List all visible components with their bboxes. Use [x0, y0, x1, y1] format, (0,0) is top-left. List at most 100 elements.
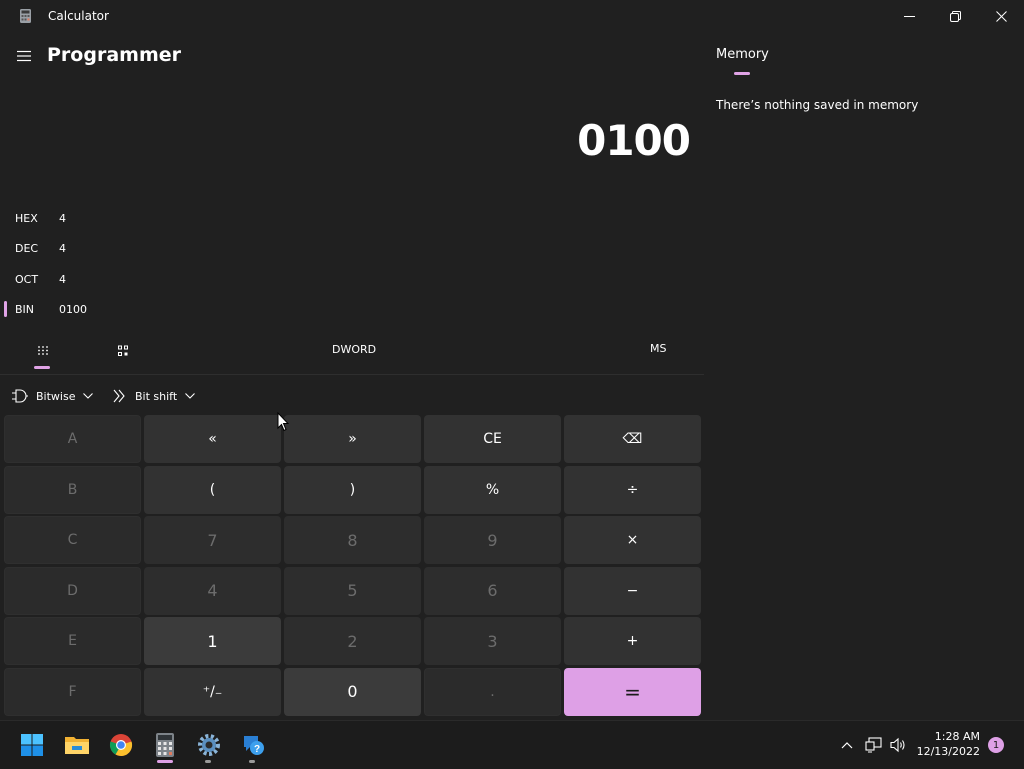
keypad: A « » CE ⌫ B ( ) % ÷ C 7 8 9 × D 4 5 6 −… [4, 415, 701, 716]
key-4[interactable]: 4 [144, 566, 281, 615]
mode-title: Programmer [47, 44, 181, 66]
radix-label: DEC [15, 242, 39, 255]
bit-toggle-keypad-icon [118, 345, 128, 356]
key-clear-entry[interactable]: CE [424, 415, 561, 463]
windows-start-icon [21, 734, 43, 756]
speaker-icon [890, 737, 905, 753]
key-d[interactable]: D [4, 566, 141, 615]
notification-badge[interactable]: 1 [988, 737, 1004, 753]
radix-hex[interactable]: HEX 4 [0, 206, 200, 232]
minimize-button[interactable] [886, 0, 932, 32]
key-divide[interactable]: ÷ [564, 465, 701, 514]
word-size-button[interactable]: DWORD [332, 343, 376, 356]
start-button[interactable] [18, 731, 46, 759]
key-6[interactable]: 6 [424, 566, 561, 615]
chevron-up-icon [841, 742, 853, 749]
radix-label: BIN [15, 303, 35, 316]
title-bar: Calculator [0, 0, 1024, 32]
keypad-toolbar: DWORD MS [0, 334, 704, 375]
memory-empty-message: There’s nothing saved in memory [716, 98, 919, 112]
running-app-indicator [205, 760, 211, 763]
active-tab-indicator [734, 72, 750, 75]
settings-icon [198, 734, 220, 756]
key-open-paren[interactable]: ( [144, 465, 281, 514]
result-display: 0100 [577, 116, 691, 165]
running-app-indicator [249, 760, 255, 763]
key-decimal[interactable]: . [424, 667, 561, 716]
key-b[interactable]: B [4, 465, 141, 514]
key-backspace[interactable]: ⌫ [564, 415, 701, 463]
tab-memory[interactable]: Memory [716, 47, 769, 62]
clock-date: 12/13/2022 [916, 745, 980, 758]
minimize-icon [903, 15, 915, 17]
show-hidden-icons-button[interactable] [837, 735, 857, 755]
taskbar-get-help[interactable]: ? [239, 731, 267, 759]
network-status[interactable] [864, 735, 884, 755]
radix-bin[interactable]: BIN 0100 [0, 297, 200, 323]
mouse-cursor-icon [277, 412, 289, 432]
network-icon [865, 737, 882, 753]
key-c[interactable]: C [4, 516, 141, 565]
key-a[interactable]: A [4, 415, 141, 463]
chevron-down-icon [185, 393, 196, 399]
key-add[interactable]: + [564, 617, 701, 666]
svg-text:?: ? [254, 744, 260, 755]
key-5[interactable]: 5 [284, 566, 421, 615]
radix-label: OCT [15, 273, 39, 286]
key-subtract[interactable]: − [564, 566, 701, 615]
full-keypad-icon [38, 346, 48, 355]
bitwise-label: Bitwise [36, 389, 76, 403]
close-button[interactable] [978, 0, 1024, 32]
radix-oct[interactable]: OCT 4 [0, 267, 200, 293]
taskbar: ? 1:28 AM 12/13/2022 1 [0, 720, 1024, 769]
radix-value: 4 [59, 273, 66, 286]
taskbar-settings[interactable] [195, 731, 223, 759]
key-rotate-left[interactable]: « [144, 415, 281, 463]
memory-store-button[interactable]: MS [650, 342, 666, 355]
key-negate[interactable]: ⁺/₋ [144, 667, 281, 716]
get-help-icon: ? [244, 736, 264, 755]
key-multiply[interactable]: × [564, 516, 701, 565]
radix-dec[interactable]: DEC 4 [0, 236, 200, 262]
active-app-indicator [157, 760, 173, 763]
bitshift-label: Bit shift [135, 389, 178, 403]
close-icon [995, 10, 1007, 22]
radix-value: 0100 [59, 303, 87, 316]
clock-time: 1:28 AM [934, 730, 980, 743]
key-1[interactable]: 1 [144, 617, 281, 666]
restore-icon [949, 10, 961, 22]
key-7[interactable]: 7 [144, 516, 281, 565]
key-2[interactable]: 2 [284, 617, 421, 666]
bit-shift-icon [113, 389, 125, 403]
key-3[interactable]: 3 [424, 617, 561, 666]
clock[interactable]: 1:28 AM 12/13/2022 [910, 729, 980, 759]
radix-label: HEX [15, 212, 38, 225]
tab-full-keypad[interactable] [30, 340, 56, 362]
taskbar-chrome[interactable] [107, 731, 135, 759]
taskbar-calculator[interactable] [151, 731, 179, 759]
key-close-paren[interactable]: ) [284, 465, 421, 514]
key-equals[interactable]: = [564, 667, 701, 716]
logic-gate-icon [12, 389, 28, 403]
radix-value: 4 [59, 242, 66, 255]
key-9[interactable]: 9 [424, 516, 561, 565]
radix-value: 4 [59, 212, 66, 225]
chevron-down-icon [83, 393, 94, 399]
key-e[interactable]: E [4, 617, 141, 666]
key-f[interactable]: F [4, 667, 141, 716]
bitshift-dropdown[interactable]: Bit shift [113, 386, 196, 406]
key-8[interactable]: 8 [284, 516, 421, 565]
calculator-icon [156, 733, 174, 757]
key-modulo[interactable]: % [424, 465, 561, 514]
bitwise-dropdown[interactable]: Bitwise [12, 386, 94, 406]
restore-button[interactable] [932, 0, 978, 32]
key-rotate-right[interactable]: » [284, 415, 421, 463]
hamburger-menu-icon[interactable] [16, 48, 32, 64]
key-0[interactable]: 0 [284, 667, 421, 716]
tab-bit-toggle-keypad[interactable] [110, 340, 136, 362]
taskbar-file-explorer[interactable] [63, 731, 91, 759]
active-tab-indicator [34, 366, 50, 369]
volume-control[interactable] [889, 735, 909, 755]
chrome-icon [109, 734, 133, 757]
selected-radix-indicator [4, 301, 7, 317]
